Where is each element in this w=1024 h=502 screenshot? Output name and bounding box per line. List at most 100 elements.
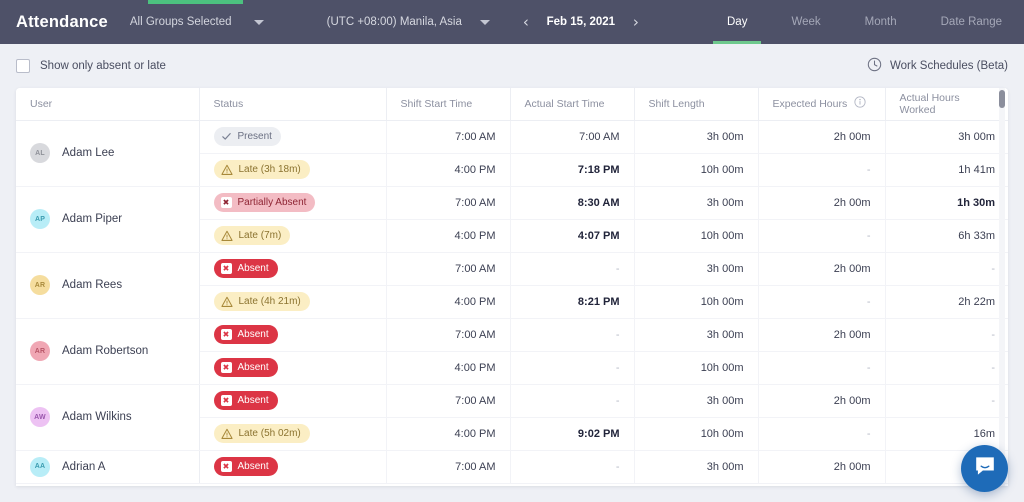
page-title: Attendance (16, 13, 108, 32)
shift-start-time-cell: 7:00 AM (386, 252, 510, 285)
actual-hours-worked-cell: 3h 00m (885, 120, 1008, 153)
actual-start-time-cell: 4:07 PM (510, 219, 634, 252)
chevron-down-icon (480, 20, 490, 25)
vertical-scrollbar-thumb[interactable] (999, 90, 1005, 108)
shift-start-time-cell: 4:00 PM (386, 351, 510, 384)
chevron-left-icon[interactable]: ‹ (520, 15, 532, 30)
work-schedules-label: Work Schedules (Beta) (890, 60, 1008, 72)
info-icon[interactable] (854, 96, 866, 111)
intercom-chat-button[interactable] (961, 445, 1008, 492)
col-header-user[interactable]: User (16, 88, 199, 120)
actual-start-time-cell: - (510, 252, 634, 285)
user-cell[interactable]: ARAdam Rees (16, 252, 199, 318)
app-header: Attendance All Groups Selected (UTC +08:… (0, 0, 1024, 44)
work-schedules-button[interactable]: Work Schedules (Beta) (867, 57, 1008, 75)
timezone-dropdown[interactable]: (UTC +08:00) Manila, Asia (327, 16, 490, 28)
table-row[interactable]: AAAdrian A✖Absent7:00 AM-3h 00m2h 00m- (16, 450, 1008, 483)
status-badge: ✖Absent (214, 325, 278, 344)
col-header-actual-start-time[interactable]: Actual Start Time (510, 88, 634, 120)
tab-month[interactable]: Month (843, 0, 919, 44)
actual-start-time-cell: 7:18 PM (510, 153, 634, 186)
col-header-shift-start-time[interactable]: Shift Start Time (386, 88, 510, 120)
status-badge-label: Late (3h 18m) (239, 164, 301, 175)
user-name: Adam Wilkins (62, 411, 132, 423)
tab-week-label: Week (791, 16, 820, 28)
tab-date-range-label: Date Range (941, 16, 1002, 28)
status-badge: Present (214, 127, 281, 146)
shift-length-cell: 3h 00m (634, 252, 758, 285)
user-cell[interactable]: ARAdam Robertson (16, 318, 199, 384)
status-cell: Present (199, 120, 386, 153)
expected-hours-cell: - (758, 351, 885, 384)
status-cell: ✖Absent (199, 384, 386, 417)
user-cell[interactable]: ALAdam Lee (16, 120, 199, 186)
shift-length-cell: 3h 00m (634, 318, 758, 351)
group-filter-dropdown[interactable]: All Groups Selected (130, 16, 264, 28)
col-header-expected-hours[interactable]: Expected Hours (758, 88, 885, 120)
col-header-actual-hours-worked-label: Actual Hours Worked (900, 92, 996, 116)
col-header-status[interactable]: Status (199, 88, 386, 120)
warning-triangle-icon (221, 230, 233, 242)
user-cell[interactable]: AAAdrian A (16, 450, 199, 483)
table-row[interactable]: AWAdam Wilkins✖Absent7:00 AM-3h 00m2h 00… (16, 384, 1008, 417)
x-box-icon: ✖ (221, 329, 232, 340)
group-filter-label: All Groups Selected (130, 16, 232, 28)
status-badge: ✖ Absent (214, 457, 278, 476)
tab-day[interactable]: Day (705, 0, 769, 44)
status-badge-label: Late (7m) (239, 230, 282, 241)
expected-hours-cell: - (758, 417, 885, 450)
col-header-shift-length[interactable]: Shift Length (634, 88, 758, 120)
shift-start-time-cell: 7:00 AM (386, 186, 510, 219)
col-header-actual-hours-worked[interactable]: Actual Hours Worked (885, 88, 1008, 120)
shift-length-cell: 3h 00m (634, 186, 758, 219)
table-row[interactable]: ARAdam Rees✖Absent7:00 AM-3h 00m2h 00m- (16, 252, 1008, 285)
actual-start-time-cell: - (510, 450, 634, 483)
actual-hours-worked-cell: - (885, 252, 1008, 285)
status-badge: ✖Absent (214, 358, 278, 377)
actual-start-time-cell: 8:21 PM (510, 285, 634, 318)
status-cell: ✖Absent (199, 252, 386, 285)
table-row[interactable]: APAdam Piper✖Partially Absent7:00 AM8:30… (16, 186, 1008, 219)
user-name: Adam Piper (62, 213, 122, 225)
tab-week[interactable]: Week (769, 0, 842, 44)
page-loading-bar (0, 0, 1024, 4)
show-absent-late-filter[interactable]: Show only absent or late (16, 59, 166, 73)
actual-start-time-cell: - (510, 318, 634, 351)
col-header-shift-start-time-label: Shift Start Time (401, 98, 473, 110)
status-badge-label: Present (238, 131, 272, 142)
status-badge: Late (7m) (214, 226, 291, 245)
shift-start-time-cell: 7:00 AM (386, 450, 510, 483)
header-left: Attendance All Groups Selected (0, 0, 264, 44)
show-absent-late-checkbox[interactable] (16, 59, 30, 73)
vertical-scrollbar-track[interactable] (999, 88, 1005, 486)
shift-length-cell: 3h 00m (634, 450, 758, 483)
shift-length-cell: 10h 00m (634, 417, 758, 450)
user-cell[interactable]: AWAdam Wilkins (16, 384, 199, 450)
table-row[interactable]: ARAdam Robertson✖Absent7:00 AM-3h 00m2h … (16, 318, 1008, 351)
user-cell[interactable]: APAdam Piper (16, 186, 199, 252)
shift-start-time-cell: 4:00 PM (386, 417, 510, 450)
col-header-shift-length-label: Shift Length (649, 98, 705, 110)
table-row[interactable]: ALAdam LeePresent7:00 AM7:00 AM3h 00m2h … (16, 120, 1008, 153)
status-cell: Late (5h 02m) (199, 417, 386, 450)
expected-hours-cell: 2h 00m (758, 252, 885, 285)
header-center: (UTC +08:00) Manila, Asia ‹ Feb 15, 2021… (264, 0, 706, 44)
actual-start-time-cell: 8:30 AM (510, 186, 634, 219)
table-body: ALAdam LeePresent7:00 AM7:00 AM3h 00m2h … (16, 120, 1008, 483)
tab-month-label: Month (865, 16, 897, 28)
expected-hours-cell: - (758, 285, 885, 318)
expected-hours-cell: 2h 00m (758, 318, 885, 351)
warning-triangle-icon (221, 296, 233, 308)
shift-length-cell: 10h 00m (634, 153, 758, 186)
tab-date-range[interactable]: Date Range (919, 0, 1024, 44)
current-date-label: Feb 15, 2021 (542, 16, 620, 28)
status-badge-label: Late (4h 21m) (239, 296, 301, 307)
status-badge-label: Absent (238, 461, 269, 472)
x-box-icon: ✖ (221, 461, 232, 472)
chevron-down-icon (254, 20, 264, 25)
table-header-row: User Status Shift Start Time Actual Star… (16, 88, 1008, 120)
chevron-right-icon[interactable]: › (630, 15, 642, 30)
view-tabs: Day Week Month Date Range (705, 0, 1024, 44)
x-box-icon: ✖ (221, 395, 232, 406)
timezone-label: (UTC +08:00) Manila, Asia (327, 16, 462, 28)
